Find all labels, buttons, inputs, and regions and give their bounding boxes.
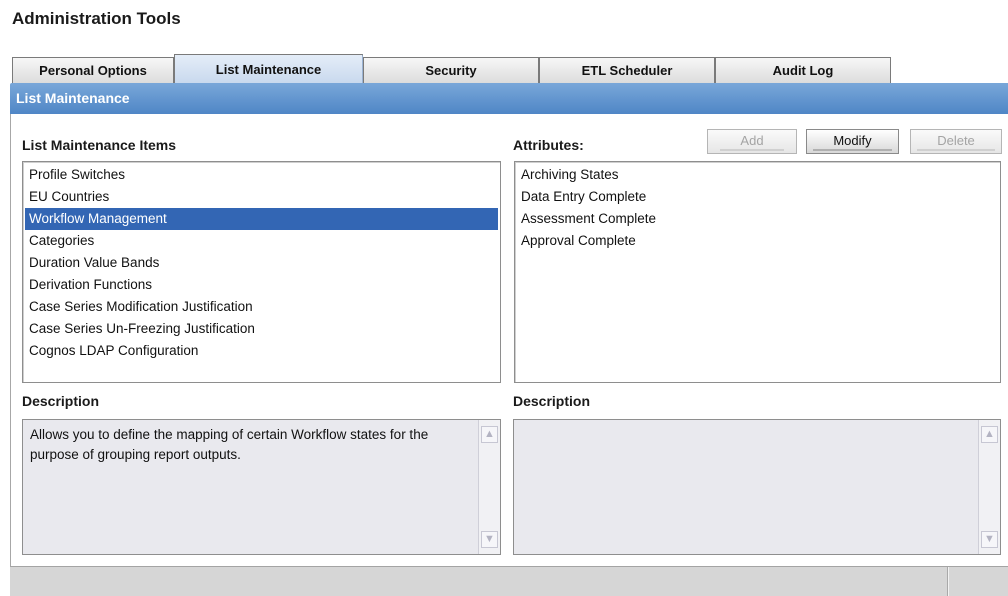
right-description-textarea[interactable]: ▲ ▼ [513, 419, 1001, 555]
right-description-heading: Description [513, 393, 591, 409]
list-item-workflow-management[interactable]: Workflow Management [25, 208, 498, 230]
list-item-eu-countries[interactable]: EU Countries [25, 186, 498, 208]
chevron-up-icon[interactable]: ▲ [481, 426, 498, 443]
add-button-label: Add [720, 132, 784, 151]
tab-etl-scheduler[interactable]: ETL Scheduler [539, 57, 715, 83]
tab-audit-log[interactable]: Audit Log [715, 57, 891, 83]
list-item-cognos-ldap-configuration[interactable]: Cognos LDAP Configuration [25, 340, 498, 362]
modify-button[interactable]: Modify [806, 129, 899, 154]
delete-button[interactable]: Delete [910, 129, 1002, 154]
left-description-scrollbar[interactable]: ▲ ▼ [478, 420, 500, 554]
panel-header: List Maintenance [10, 83, 1008, 114]
attribute-item-assessment-complete[interactable]: Assessment Complete [517, 208, 998, 230]
left-description-textarea[interactable]: Allows you to define the mapping of cert… [22, 419, 501, 555]
chevron-down-icon[interactable]: ▼ [981, 531, 998, 548]
list-item-categories[interactable]: Categories [25, 230, 498, 252]
delete-button-label: Delete [917, 132, 995, 151]
tab-personal-options[interactable]: Personal Options [12, 57, 174, 83]
list-item-case-series-modification-justification[interactable]: Case Series Modification Justification [25, 296, 498, 318]
panel-title: List Maintenance [16, 90, 130, 106]
list-items-heading: List Maintenance Items [22, 137, 177, 153]
attributes-heading: Attributes: [513, 137, 584, 153]
left-description-text: Allows you to define the mapping of cert… [30, 427, 429, 462]
attributes-listbox[interactable]: Archiving States Data Entry Complete Ass… [514, 161, 1001, 383]
right-description-scrollbar[interactable]: ▲ ▼ [978, 420, 1000, 554]
status-bar [10, 566, 1008, 596]
modify-button-label: Modify [813, 132, 892, 151]
add-button[interactable]: Add [707, 129, 797, 154]
list-item-duration-value-bands[interactable]: Duration Value Bands [25, 252, 498, 274]
attribute-item-archiving-states[interactable]: Archiving States [517, 164, 998, 186]
list-items-listbox[interactable]: Profile Switches EU Countries Workflow M… [22, 161, 501, 383]
chevron-up-icon[interactable]: ▲ [981, 426, 998, 443]
chevron-down-icon[interactable]: ▼ [481, 531, 498, 548]
tab-security[interactable]: Security [363, 57, 539, 83]
list-item-derivation-functions[interactable]: Derivation Functions [25, 274, 498, 296]
attribute-item-approval-complete[interactable]: Approval Complete [517, 230, 998, 252]
left-description-heading: Description [22, 393, 100, 409]
page-title: Administration Tools [12, 9, 181, 28]
attribute-item-data-entry-complete[interactable]: Data Entry Complete [517, 186, 998, 208]
list-item-case-series-unfreezing-justification[interactable]: Case Series Un-Freezing Justification [25, 318, 498, 340]
list-item-profile-switches[interactable]: Profile Switches [25, 164, 498, 186]
tab-list-maintenance[interactable]: List Maintenance [174, 54, 374, 83]
status-bar-divider [947, 567, 949, 596]
